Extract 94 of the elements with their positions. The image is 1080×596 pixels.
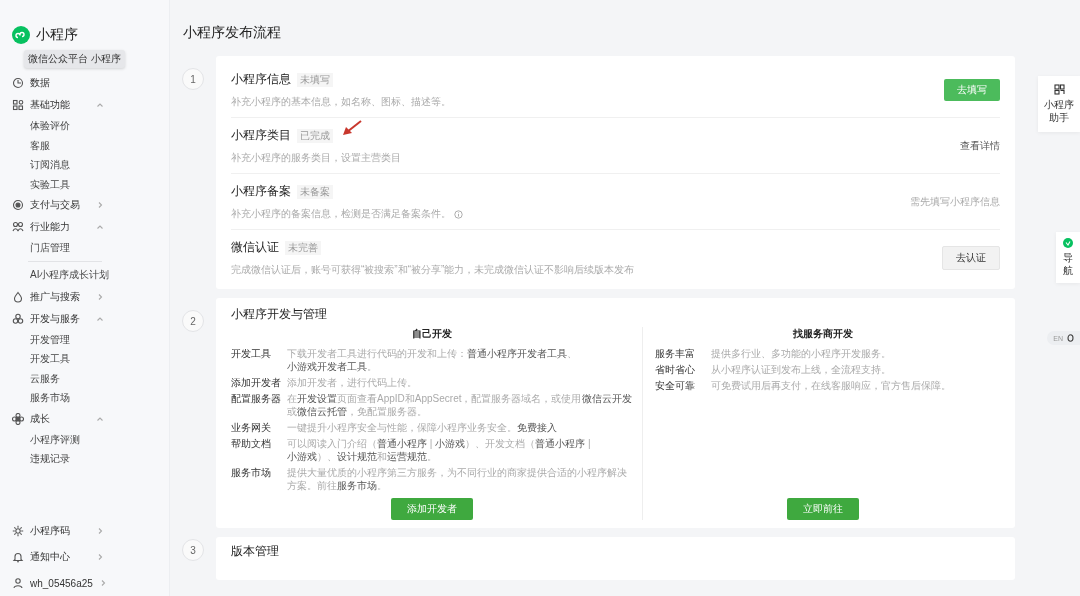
sidebar-subitem[interactable]: 客服 <box>12 135 50 155</box>
sidebar-subitem[interactable]: 服务市场 <box>12 388 70 408</box>
step-number: 3 <box>182 539 204 561</box>
task-description: 补充小程序的基本信息，如名称、图标、描述等。 <box>231 95 451 109</box>
circles-icon <box>12 312 24 325</box>
row-description: 可以阅读入门介绍（普通小程序 | 小游戏）、开发文档（普通小程序 | 小游戏）、设计规范和运营规范。 <box>287 437 592 463</box>
link[interactable]: 微信云开发 <box>581 393 632 404</box>
row-description: 添加开发者，进行代码上传。 <box>287 376 417 389</box>
link[interactable]: 普通小程序 <box>377 438 427 449</box>
app-name: 小程序 <box>36 26 78 44</box>
user-icon <box>12 577 24 589</box>
link[interactable]: 运营规范 <box>387 451 427 462</box>
link[interactable]: 设计规范 <box>337 451 377 462</box>
link[interactable]: 开发设置 <box>297 393 337 404</box>
link[interactable]: 小游戏 <box>435 438 466 449</box>
row-description: 下载开发者工具进行代码的开发和上传：普通小程序开发者工具、 小游戏开发者工具。 <box>287 347 578 373</box>
sidebar-item[interactable]: 开发与服务 <box>12 307 104 330</box>
status-tag: 未完善 <box>285 240 321 255</box>
details-link[interactable]: 查看详情 <box>960 139 1000 153</box>
link[interactable]: 免费接入 <box>517 422 557 433</box>
row-description: 从小程序认证到发布上线，全流程支持。 <box>711 363 892 376</box>
row-label: 开发工具 <box>231 347 272 361</box>
sidebar-subitem[interactable]: 实验工具 <box>12 174 70 194</box>
step-number: 2 <box>182 310 204 332</box>
drop-icon <box>12 290 24 303</box>
chevron-right-icon <box>96 527 104 535</box>
step-number: 1 <box>182 68 204 90</box>
sidebar-item[interactable]: 成长 <box>12 407 104 430</box>
page-title: 小程序发布流程 <box>183 24 282 42</box>
row-label: 业务网关 <box>231 421 272 434</box>
check-circle-icon <box>1063 238 1073 248</box>
row-label: 添加开发者 <box>231 376 282 389</box>
sidebar-subitem[interactable]: 云服务 <box>12 368 60 388</box>
sidebar-item[interactable]: wh_05456a25 <box>12 572 104 594</box>
row-description: 可免费试用后再支付，在线客服响应，官方售后保障。 <box>711 379 952 392</box>
status-tag: 未填写 <box>297 72 333 87</box>
column-heading: 找服务商开发 <box>791 327 854 341</box>
row-label: 服务丰富 <box>655 347 697 360</box>
coin-icon <box>12 199 24 211</box>
sidebar-item[interactable]: 支付与交易 <box>12 194 104 216</box>
row-description: 提供多行业、多功能的小程序开发服务。 <box>711 347 892 360</box>
sidebar-item[interactable]: 基础功能 <box>12 94 104 116</box>
people-icon <box>12 221 24 233</box>
sidebar-subitem[interactable]: 小程序评测 <box>12 429 80 449</box>
link[interactable]: 微信云托管 <box>297 406 347 417</box>
side-tool[interactable]: 导航 <box>1056 232 1080 283</box>
sidebar-item[interactable]: AI小程序成长计划 <box>12 263 110 286</box>
sidebar-item[interactable]: 行业能力 <box>12 216 104 238</box>
link[interactable]: 普通小程序开发者工具 <box>467 348 567 359</box>
card-title: 小程序开发与管理 <box>231 306 328 323</box>
sidebar-subitem[interactable]: 违规记录 <box>12 449 70 469</box>
link[interactable]: 服务市场 <box>337 480 377 491</box>
sun-icon <box>12 525 24 537</box>
flower-icon <box>12 412 24 425</box>
app-logo-icon <box>12 26 30 44</box>
task-title: 小程序信息 <box>231 71 291 88</box>
sidebar-subitem[interactable]: 订阅消息 <box>12 155 70 175</box>
row-label: 配置服务器 <box>231 392 282 406</box>
side-tool[interactable]: 小程序助手 <box>1038 76 1080 132</box>
tooltip: 微信公众平台 小程序 <box>24 50 125 68</box>
sidebar-subitem[interactable]: 开发管理 <box>12 329 70 349</box>
row-description: 在开发设置页面查看AppID和AppSecret，配置服务器域名，或使用微信云开发 或微信云托管，免配置服务器。 <box>287 392 633 418</box>
sidebar-item[interactable]: 小程序码 <box>12 520 104 542</box>
bell-icon <box>12 551 24 563</box>
sidebar-item[interactable]: 推广与搜索 <box>12 285 104 308</box>
clock-icon <box>12 77 24 89</box>
hint-text: 需先填写小程序信息 <box>910 195 1000 209</box>
sidebar-item[interactable]: 通知中心 <box>12 546 104 568</box>
task-title: 小程序类目 <box>231 127 291 144</box>
sidebar-subitem[interactable]: 体验评价 <box>12 116 70 136</box>
sidebar-item[interactable]: 数据 <box>12 72 104 94</box>
task-description: 完成微信认证后，账号可获得“被搜索”和“被分享”能力，未完成微信认证不影响后续版本发布 <box>231 263 635 277</box>
card-title: 版本管理 <box>231 543 280 560</box>
grid-icon <box>12 99 24 111</box>
qr-code-icon <box>1053 84 1065 95</box>
row-description: 提供大量优质的小程序第三方服务，为不同行业的商家提供合适的小程序解决方案。前往服务市场。 <box>287 466 628 492</box>
row-label: 省时省心 <box>655 363 697 376</box>
task-title: 小程序备案 <box>231 183 291 200</box>
link[interactable]: 小游戏开发者工具 <box>287 361 367 372</box>
task-description: 补充小程序的备案信息，检测是否满足备案条件。 <box>231 207 451 221</box>
row-label: 帮助文档 <box>231 437 272 451</box>
verify-button[interactable]: 去认证 <box>942 246 1000 270</box>
task-title: 微信认证 <box>231 239 279 256</box>
status-tag: 已完成 <box>297 128 333 143</box>
chevron-right-icon <box>96 553 104 561</box>
column-heading: 自己开发 <box>410 327 453 341</box>
sidebar-subitem[interactable]: 开发工具 <box>12 349 70 369</box>
task-description: 补充小程序的服务类目，设置主营类目 <box>231 151 401 165</box>
status-tag: 未备案 <box>297 184 333 199</box>
link[interactable]: 小游戏 <box>287 451 317 462</box>
link[interactable]: 普通小程序 <box>535 438 586 449</box>
row-label: 安全可靠 <box>655 379 697 392</box>
sidebar-subitem[interactable]: 门店管理 <box>12 238 70 258</box>
row-label: 服务市场 <box>231 466 272 480</box>
